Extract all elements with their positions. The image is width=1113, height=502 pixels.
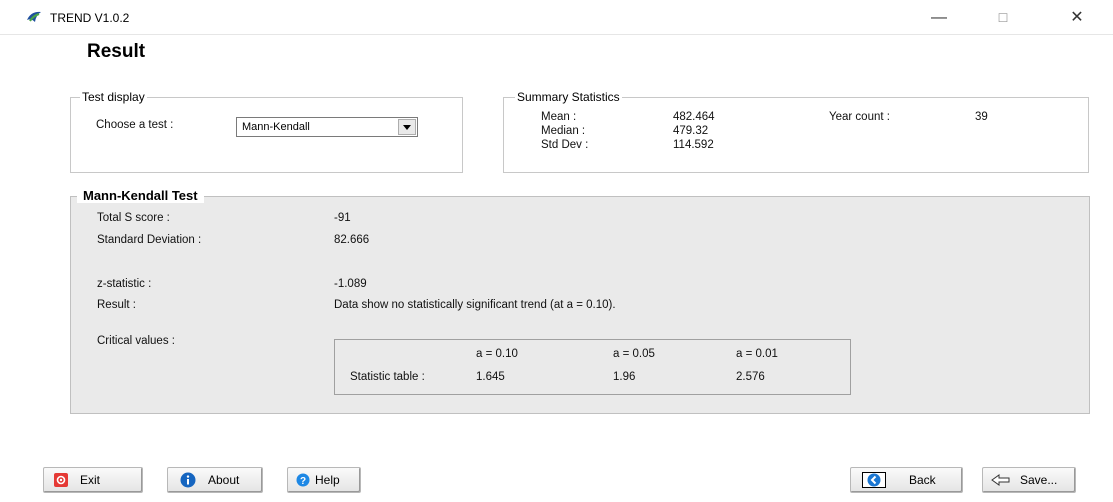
mean-label: Mean : (541, 111, 577, 123)
help-button[interactable]: ? Help (287, 467, 361, 493)
exit-button[interactable]: Exit (43, 467, 143, 493)
test-select[interactable]: Mann-Kendall (236, 117, 418, 137)
svg-text:?: ? (300, 476, 306, 487)
info-icon (180, 472, 196, 488)
back-label: Back (909, 473, 936, 487)
mean-value: 482.464 (673, 111, 715, 123)
power-icon (54, 473, 68, 487)
statistic-table-label: Statistic table : (350, 371, 425, 383)
median-label: Median : (541, 125, 586, 137)
back-button[interactable]: Back (850, 467, 963, 493)
result-text: Data show no statistically significant t… (334, 299, 616, 311)
title-bar: TREND V1.0.2 — ☐ ✕ (0, 0, 1113, 34)
test-display-legend: Test display (80, 90, 147, 104)
close-button[interactable]: ✕ (1054, 4, 1100, 32)
page-title: Result (87, 41, 146, 62)
table-value-a005: 1.96 (613, 371, 636, 383)
year-count-label: Year count : (829, 111, 890, 123)
choose-test-label: Choose a test : (96, 119, 174, 131)
window-title: TREND V1.0.2 (50, 11, 130, 25)
maximize-button[interactable]: ☐ (980, 4, 1026, 32)
help-label: Help (315, 473, 340, 487)
test-select-value: Mann-Kendall (242, 121, 310, 133)
z-statistic-label: z-statistic : (97, 278, 152, 290)
summary-statistics-legend: Summary Statistics (515, 90, 622, 104)
result-label: Result : (97, 299, 136, 311)
summary-statistics-group: Summary Statistics (503, 90, 1089, 173)
exit-label: Exit (80, 473, 101, 487)
table-header-a005: a = 0.05 (613, 348, 655, 360)
mann-kendall-legend: Mann-Kendall Test (77, 188, 204, 203)
std-dev-value: 114.592 (673, 139, 714, 151)
chevron-down-icon[interactable] (398, 119, 416, 135)
table-value-a010: 1.645 (476, 371, 505, 383)
about-label: About (208, 473, 240, 487)
year-count-value: 39 (975, 111, 988, 123)
minimize-button[interactable]: — (916, 4, 962, 32)
critical-values-label: Critical values : (97, 335, 175, 347)
standard-deviation-label: Standard Deviation : (97, 234, 202, 246)
table-header-a010: a = 0.10 (476, 348, 518, 360)
save-arrow-icon (991, 474, 1010, 486)
std-dev-label: Std Dev : (541, 139, 589, 151)
table-value-a001: 2.576 (736, 371, 765, 383)
total-s-score-label: Total S score : (97, 212, 170, 224)
save-label: Save... (1020, 473, 1058, 487)
about-button[interactable]: About (167, 467, 263, 493)
save-button[interactable]: Save... (982, 467, 1076, 493)
help-icon: ? (296, 473, 310, 487)
back-arrow-icon (867, 473, 881, 487)
total-s-score-value: -91 (334, 212, 351, 224)
median-value: 479.32 (673, 125, 709, 137)
standard-deviation-value: 82.666 (334, 234, 370, 246)
app-logo-icon (27, 11, 41, 22)
table-header-a001: a = 0.01 (736, 348, 778, 360)
z-statistic-value: -1.089 (334, 278, 367, 290)
